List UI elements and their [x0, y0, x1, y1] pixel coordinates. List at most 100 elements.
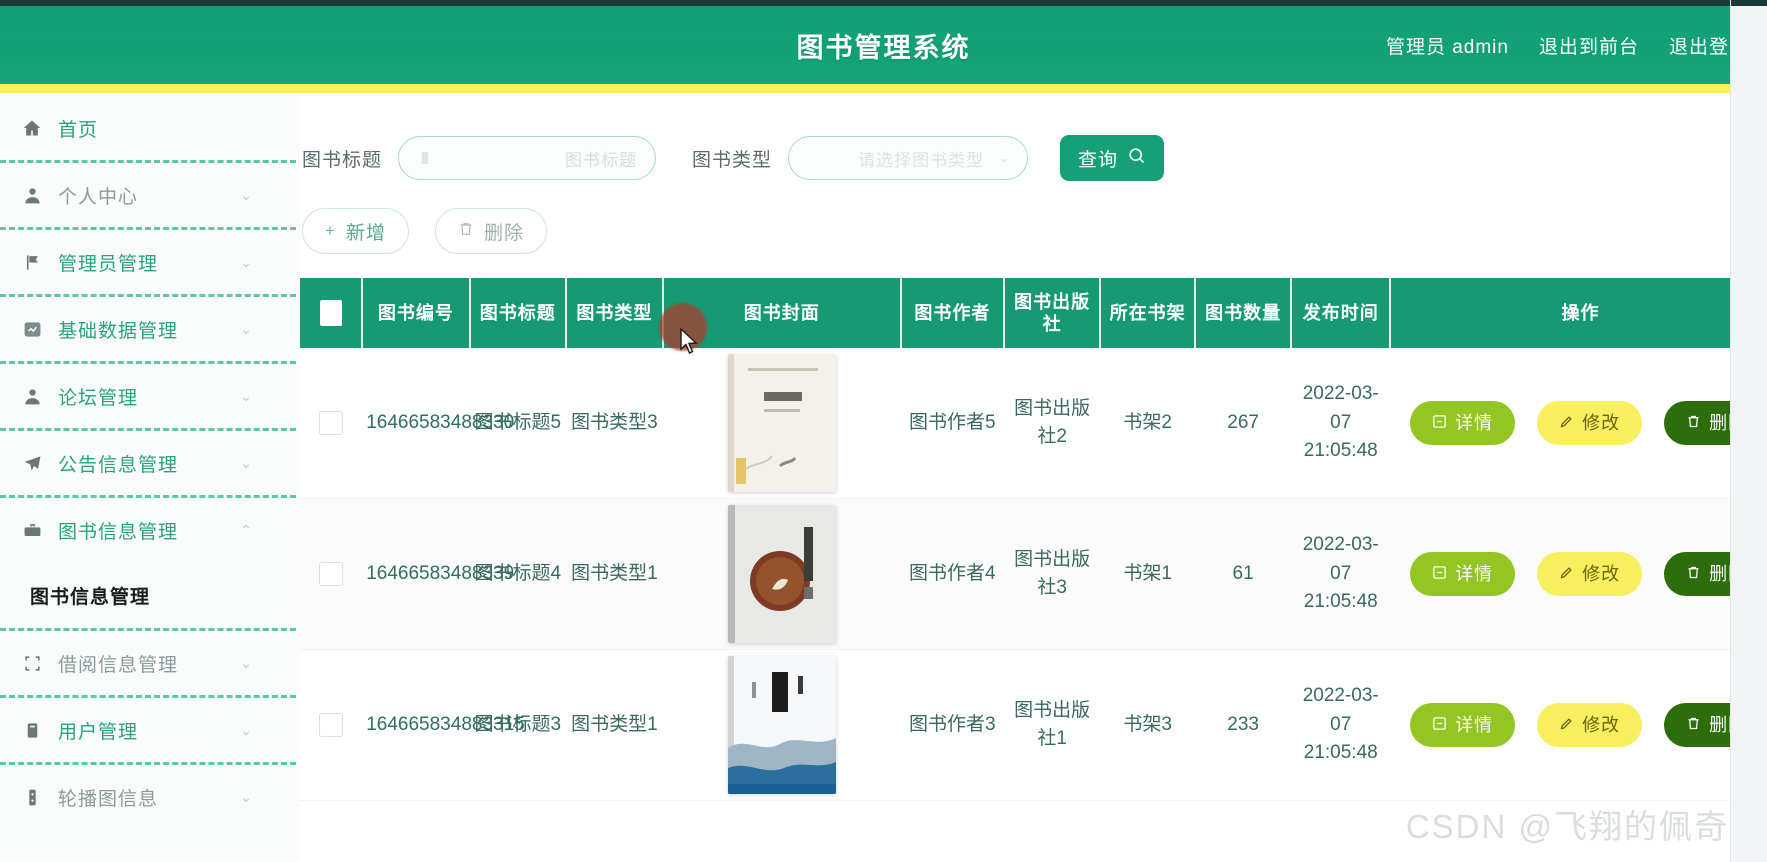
book-type-select-placeholder: 请选择图书类型 — [858, 150, 985, 170]
main-content: 图书标题 图书标题 图书类型 请选择图书类型 ⌄ 查询 + 新增 删除 图书编号… — [300, 96, 1730, 862]
sidebar-item-label: 图书信息管理 — [58, 521, 179, 543]
trash-icon — [1686, 410, 1701, 437]
row-delete-button-label: 删除 — [1709, 412, 1730, 433]
book-title-search-input[interactable]: 图书标题 — [398, 136, 657, 180]
row-select-cell[interactable] — [300, 348, 363, 499]
search-icon — [1127, 146, 1146, 171]
delete-button[interactable]: 删除 — [434, 208, 547, 254]
sidebar-item-label: 管理员管理 — [58, 253, 159, 275]
row-checkbox[interactable] — [319, 712, 344, 737]
row-delete-button-label: 删除 — [1709, 563, 1730, 584]
edit-button-label: 修改 — [1582, 563, 1621, 584]
cell-book-cover[interactable] — [662, 348, 901, 499]
cell-book-id: 16466583488330 — [362, 348, 514, 499]
book-title-filter-label: 图书标题 — [302, 149, 383, 171]
sidebar-item-forum[interactable]: 论坛管理 ⌄ — [0, 364, 300, 428]
chevron-down-icon: ⌄ — [240, 321, 252, 337]
cell-book-shelf: 书架2 — [1100, 348, 1195, 499]
cell-book-type: 图书类型3 — [566, 348, 663, 499]
sidebar-item-admin[interactable]: 管理员管理 ⌄ — [0, 230, 300, 294]
cell-book-publisher: 图书出版社1 — [1003, 649, 1101, 801]
current-user-label[interactable]: 管理员 admin — [1386, 32, 1509, 59]
book-cover-image[interactable] — [727, 505, 836, 643]
header-accent-strip — [0, 84, 1767, 93]
clipboard-icon — [18, 721, 46, 740]
chevron-down-icon: ⌄ — [998, 150, 1010, 165]
edit-button-label: 修改 — [1582, 412, 1621, 433]
edit-button[interactable]: 修改 — [1537, 401, 1643, 445]
app-header: 图书管理系统 管理员 admin 退出到前台 退出登录 — [0, 6, 1767, 84]
sidebar-item-carousel[interactable]: 轮播图信息 ⌄ — [0, 765, 300, 829]
chevron-down-icon: ⌄ — [240, 187, 252, 203]
col-book-publisher: 图书出版社 — [1003, 278, 1102, 348]
send-icon — [18, 454, 46, 473]
user-icon — [18, 186, 46, 205]
edit-button[interactable]: 修改 — [1537, 552, 1643, 596]
table-row[interactable]: 16466583488339 图书标题4 图书类型1 图书作者4 图书出版社3 … — [300, 498, 1730, 650]
detail-button[interactable]: 详情 — [1410, 401, 1516, 445]
book-title-input-placeholder: 图书标题 — [565, 150, 638, 170]
row-checkbox[interactable] — [319, 410, 344, 435]
header-actions: 管理员 admin 退出到前台 退出登录 — [1386, 6, 1757, 84]
col-publish-time: 发布时间 — [1291, 278, 1392, 348]
cell-book-publisher: 图书出版社2 — [1003, 348, 1101, 499]
col-book-shelf: 所在书架 — [1100, 278, 1196, 348]
book-cover-image[interactable] — [727, 656, 836, 794]
cell-book-quantity: 267 — [1194, 348, 1292, 499]
search-button[interactable]: 查询 — [1060, 135, 1165, 181]
trash-icon — [458, 221, 474, 242]
detail-button[interactable]: 详情 — [1410, 552, 1516, 596]
sidebar-subitem-label: 图书信息管理 — [30, 586, 151, 608]
row-checkbox[interactable] — [319, 561, 344, 586]
edit-button-label: 修改 — [1582, 714, 1621, 735]
select-all-checkbox[interactable] — [319, 300, 342, 326]
add-button[interactable]: + 新增 — [302, 208, 409, 254]
row-delete-button[interactable]: 删除 — [1664, 552, 1730, 596]
sidebar-item-label: 个人中心 — [58, 186, 139, 208]
table-row[interactable]: 164665834883315 图书标题3 图书类型1 图书作者3 图书出版社1… — [300, 649, 1730, 801]
table-row[interactable]: 16466583488330 图书标题5 图书类型3 图书作者5 图书出版社2 … — [300, 348, 1730, 499]
row-select-cell[interactable] — [300, 498, 363, 650]
chevron-down-icon: ⌄ — [240, 254, 252, 270]
book-cover-image[interactable] — [727, 354, 836, 492]
sidebar-item-notice[interactable]: 公告信息管理 ⌄ — [0, 431, 300, 495]
detail-button[interactable]: 详情 — [1410, 703, 1516, 747]
cell-book-publisher: 图书出版社3 — [1003, 498, 1101, 650]
sidebar-item-user-manage[interactable]: 用户管理 ⌄ — [0, 698, 300, 762]
cell-book-cover[interactable] — [662, 649, 901, 801]
sidebar-item-profile[interactable]: 个人中心 ⌄ — [0, 163, 300, 227]
sidebar-item-label: 论坛管理 — [58, 387, 139, 409]
col-book-quantity: 图书数量 — [1194, 278, 1293, 348]
trash-icon — [1686, 712, 1701, 739]
col-book-title: 图书标题 — [469, 278, 568, 348]
col-book-type: 图书类型 — [566, 278, 664, 348]
logout-to-front-link[interactable]: 退出到前台 — [1539, 32, 1639, 59]
sidebar[interactable]: 首页 个人中心 ⌄ 管理员管理 ⌄ 基础数据管理 ⌄ 论坛管理 ⌄ 公告信息管理… — [0, 96, 300, 862]
row-delete-button[interactable]: 删除 — [1664, 401, 1730, 445]
sidebar-item-borrow-info[interactable]: 借阅信息管理 ⌄ — [0, 631, 300, 695]
sidebar-subitem-book-info[interactable]: 图书信息管理 — [0, 562, 300, 628]
edit-button[interactable]: 修改 — [1537, 703, 1643, 747]
pencil-icon — [1559, 561, 1574, 588]
sidebar-item-book-info[interactable]: 图书信息管理 ⌃ — [0, 498, 300, 562]
cell-publish-time: 2022-03-07 21:05:48 — [1291, 498, 1391, 650]
cell-publish-time: 2022-03-07 21:05:48 — [1291, 348, 1391, 499]
cell-book-title: 图书标题4 — [469, 498, 567, 650]
scan-icon — [18, 654, 46, 673]
cell-book-cover[interactable] — [662, 498, 901, 650]
col-book-id: 图书编号 — [362, 278, 471, 348]
window-right-gutter — [1730, 0, 1767, 862]
select-all-header[interactable] — [300, 278, 364, 348]
sidebar-item-label: 借阅信息管理 — [58, 654, 179, 676]
chevron-down-icon: ⌄ — [240, 455, 252, 471]
sidebar-item-home[interactable]: 首页 — [0, 96, 300, 160]
sidebar-item-label: 用户管理 — [58, 721, 139, 743]
book-table-wrapper[interactable]: 图书编号 图书标题 图书类型 图书封面 图书作者 图书出版社 所在书架 图书数量… — [300, 278, 1730, 801]
sidebar-item-basic-data[interactable]: 基础数据管理 ⌄ — [0, 297, 300, 361]
book-icon — [417, 149, 433, 167]
cell-publish-time: 2022-03-07 21:05:48 — [1291, 649, 1391, 801]
cell-book-title: 图书标题5 — [469, 348, 567, 499]
row-delete-button[interactable]: 删除 — [1664, 703, 1730, 747]
row-select-cell[interactable] — [300, 649, 363, 801]
book-type-select[interactable]: 请选择图书类型 ⌄ — [788, 136, 1029, 180]
